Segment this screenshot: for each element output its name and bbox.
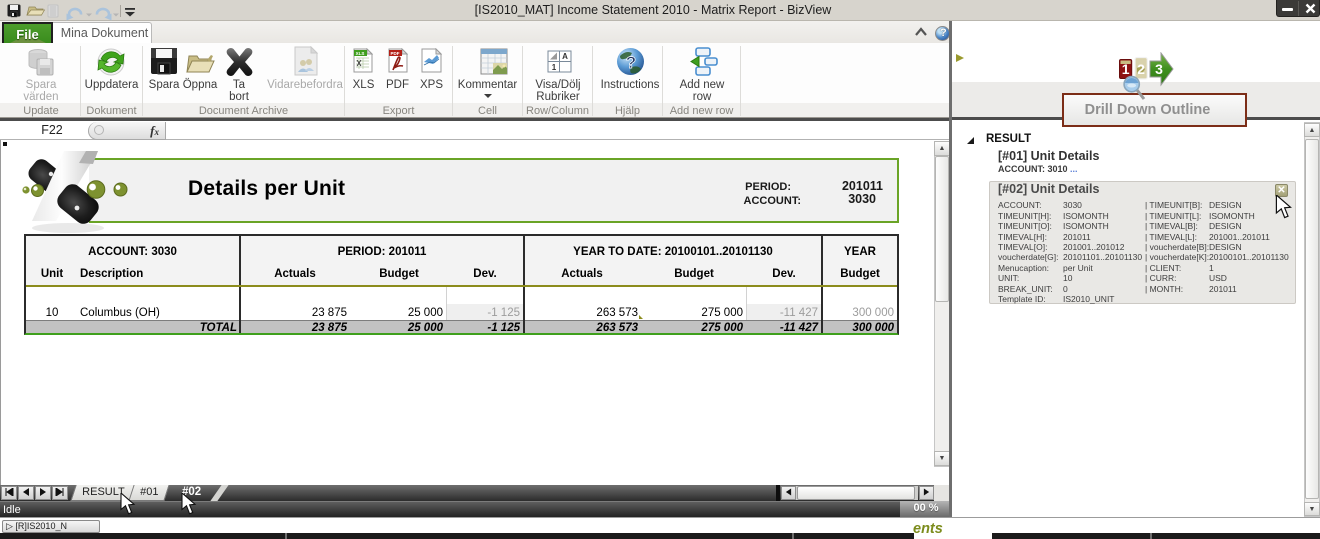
svg-text:XLS: XLS xyxy=(356,51,365,56)
svg-text:2: 2 xyxy=(1137,61,1145,77)
svg-text:A: A xyxy=(562,52,568,61)
svg-text:?: ? xyxy=(626,53,636,72)
svg-text:1: 1 xyxy=(1122,61,1130,77)
svg-text:1: 1 xyxy=(552,63,557,72)
svg-text:PDF: PDF xyxy=(391,51,400,56)
svg-text:3: 3 xyxy=(1155,61,1163,77)
